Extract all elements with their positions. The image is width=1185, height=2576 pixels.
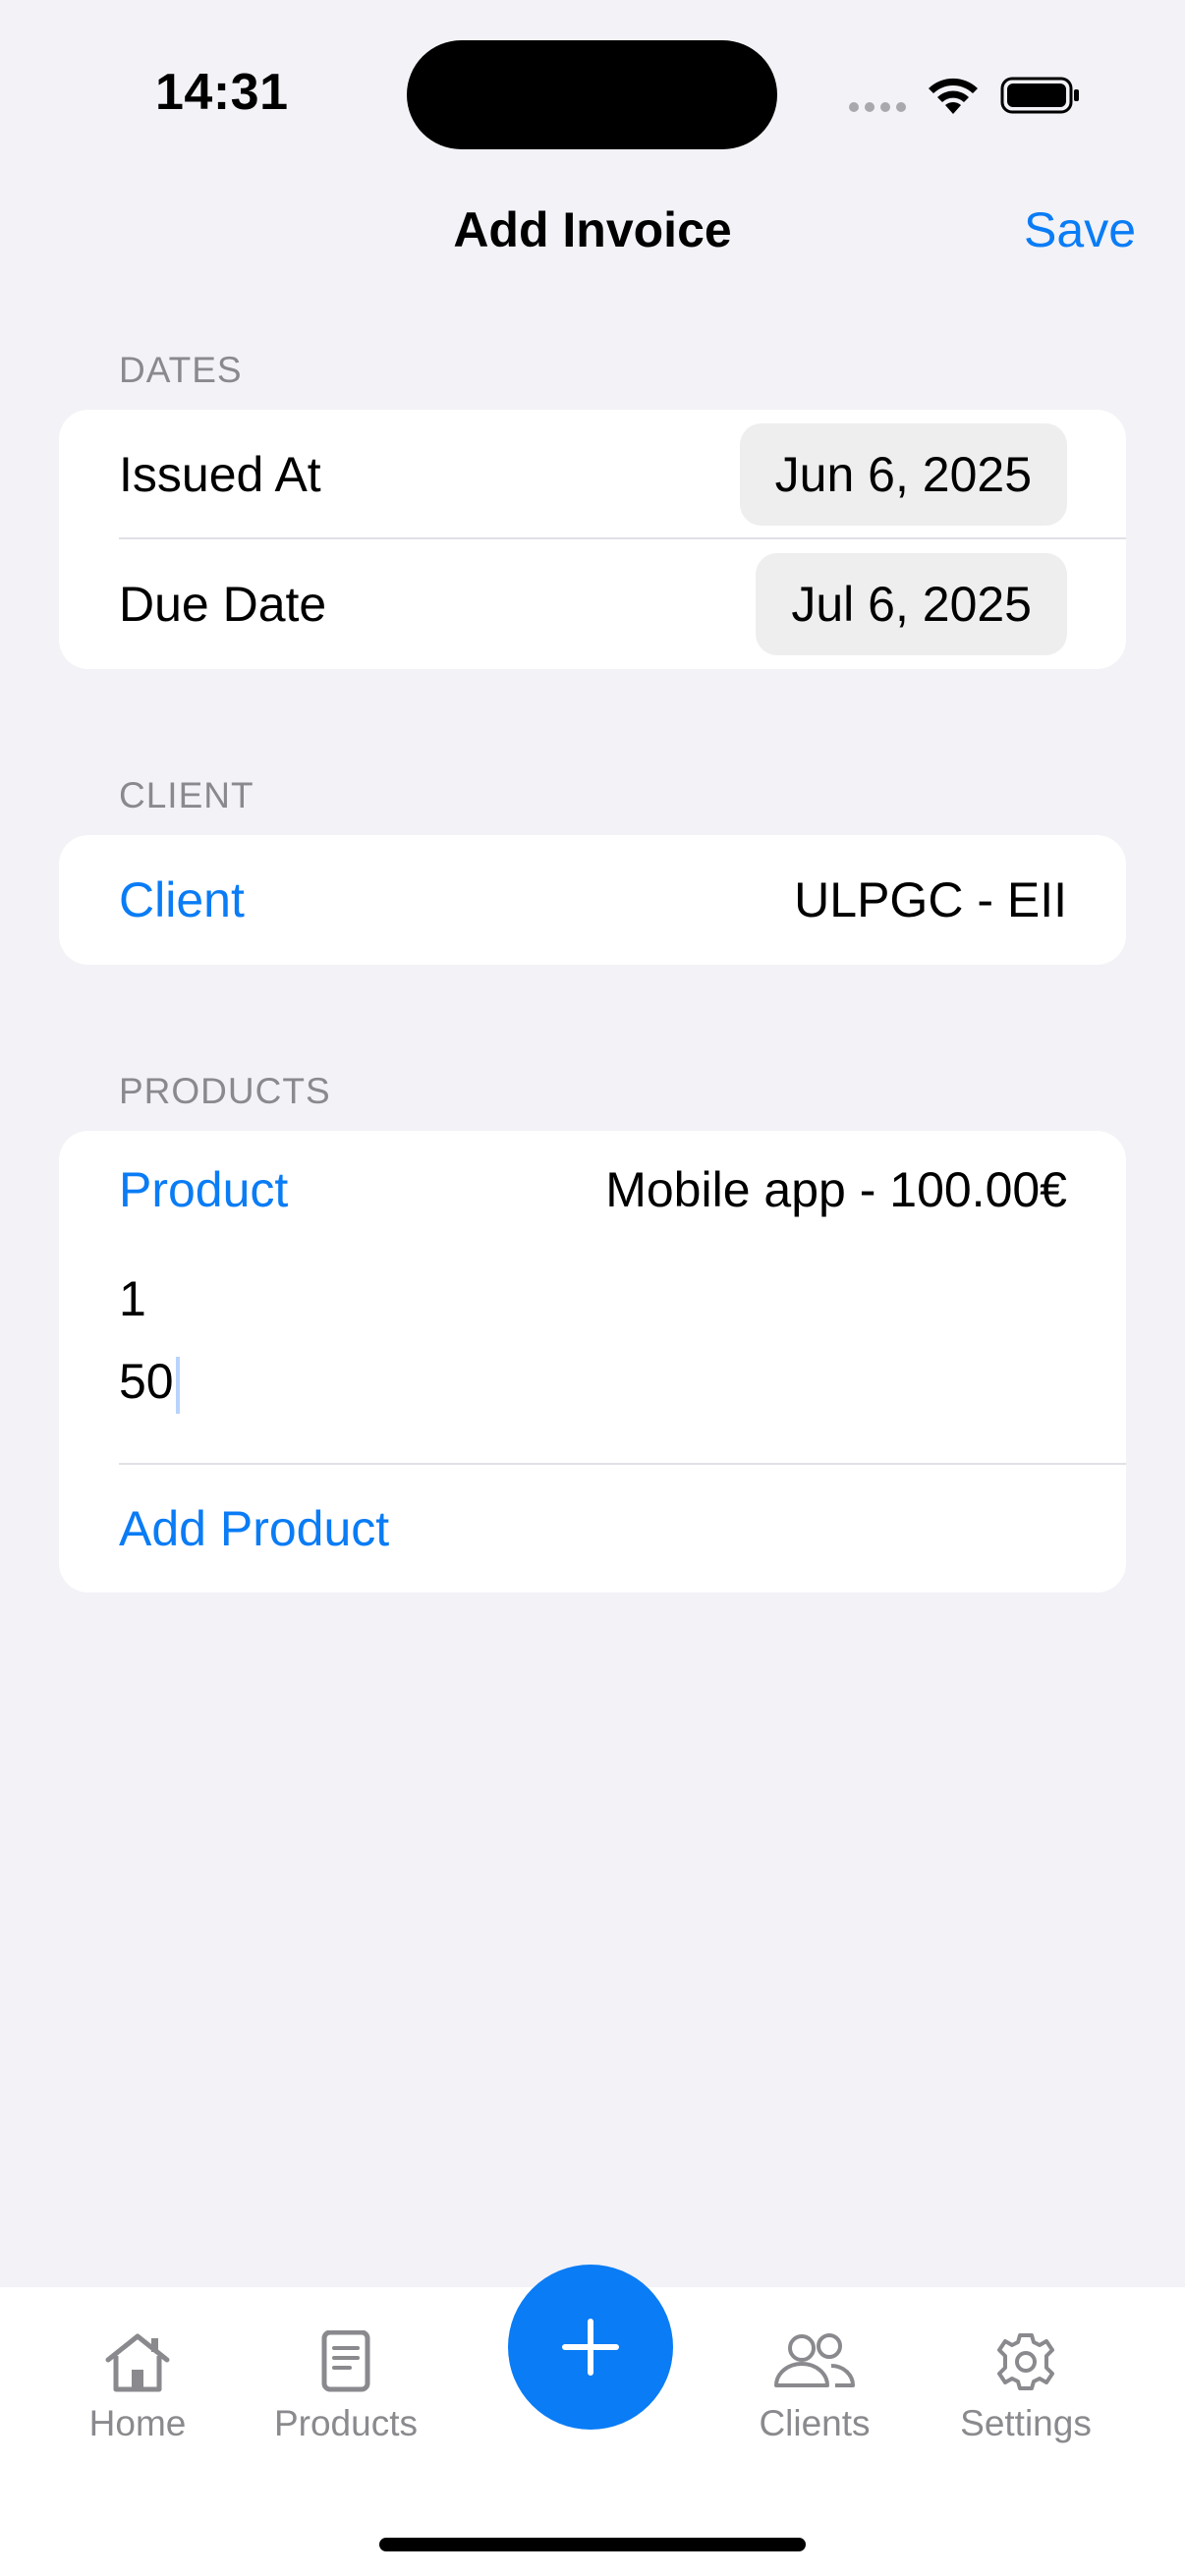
- add-invoice-button[interactable]: [508, 2265, 673, 2430]
- screen: 14:31 Add Invoice Save DATES Issued At J…: [0, 0, 1185, 2576]
- client-label: Client: [119, 872, 245, 927]
- tab-home[interactable]: Home: [49, 2330, 226, 2444]
- plus-icon: [562, 2319, 619, 2376]
- separator: [119, 537, 1126, 539]
- status-time: 14:31: [155, 64, 289, 121]
- house-icon: [105, 2333, 170, 2392]
- document-icon: [321, 2330, 370, 2392]
- wifi-icon: [929, 78, 978, 114]
- tab-clients-label: Clients: [759, 2403, 871, 2443]
- tab-products[interactable]: Products: [257, 2330, 434, 2444]
- quantity-field[interactable]: 1: [119, 1270, 146, 1327]
- battery-icon: [1000, 77, 1079, 114]
- dates-card: Issued At Jun 6, 2025 Due Date Jul 6, 20…: [59, 410, 1126, 669]
- price-value: 50: [119, 1354, 174, 1409]
- product-picker-row[interactable]: Product Mobile app - 100.00€: [119, 1150, 1126, 1229]
- cellular-icon: [849, 102, 906, 112]
- products-card: Product Mobile app - 100.00€ 1 50 Add Pr…: [59, 1131, 1126, 1593]
- add-product-row[interactable]: Add Product: [119, 1465, 1126, 1593]
- save-button[interactable]: Save: [1024, 201, 1136, 258]
- dates-section-header: DATES: [119, 350, 243, 390]
- due-date-label: Due Date: [119, 577, 327, 632]
- due-date-picker[interactable]: Jul 6, 2025: [756, 553, 1067, 655]
- tab-home-label: Home: [88, 2403, 187, 2443]
- client-picker-row[interactable]: Client ULPGC - EII: [119, 835, 1126, 965]
- price-field[interactable]: 50: [119, 1353, 180, 1414]
- product-label: Product: [119, 1162, 289, 1217]
- people-icon: [774, 2333, 855, 2387]
- client-section-header: CLIENT: [119, 775, 254, 815]
- dynamic-island: [407, 40, 777, 149]
- issued-at-row: Issued At Jun 6, 2025: [119, 423, 1126, 526]
- home-indicator: [379, 2538, 806, 2551]
- tab-products-label: Products: [273, 2403, 418, 2443]
- add-product-button[interactable]: Add Product: [119, 1500, 389, 1557]
- page-title: Add Invoice: [453, 202, 732, 257]
- products-section-header: PRODUCTS: [119, 1071, 331, 1111]
- quantity-value: 1: [119, 1271, 146, 1326]
- text-cursor: [175, 1356, 180, 1414]
- client-card: Client ULPGC - EII: [59, 835, 1126, 965]
- product-value: Mobile app - 100.00€: [605, 1162, 1067, 1217]
- client-value: ULPGC - EII: [794, 872, 1067, 927]
- tab-settings[interactable]: Settings: [937, 2330, 1114, 2444]
- tab-settings-label: Settings: [960, 2403, 1092, 2443]
- issued-at-date-picker[interactable]: Jun 6, 2025: [739, 423, 1067, 526]
- due-date-row: Due Date Jul 6, 2025: [119, 553, 1126, 655]
- tab-clients[interactable]: Clients: [726, 2330, 903, 2444]
- issued-at-label: Issued At: [119, 447, 321, 502]
- gear-icon: [997, 2333, 1054, 2390]
